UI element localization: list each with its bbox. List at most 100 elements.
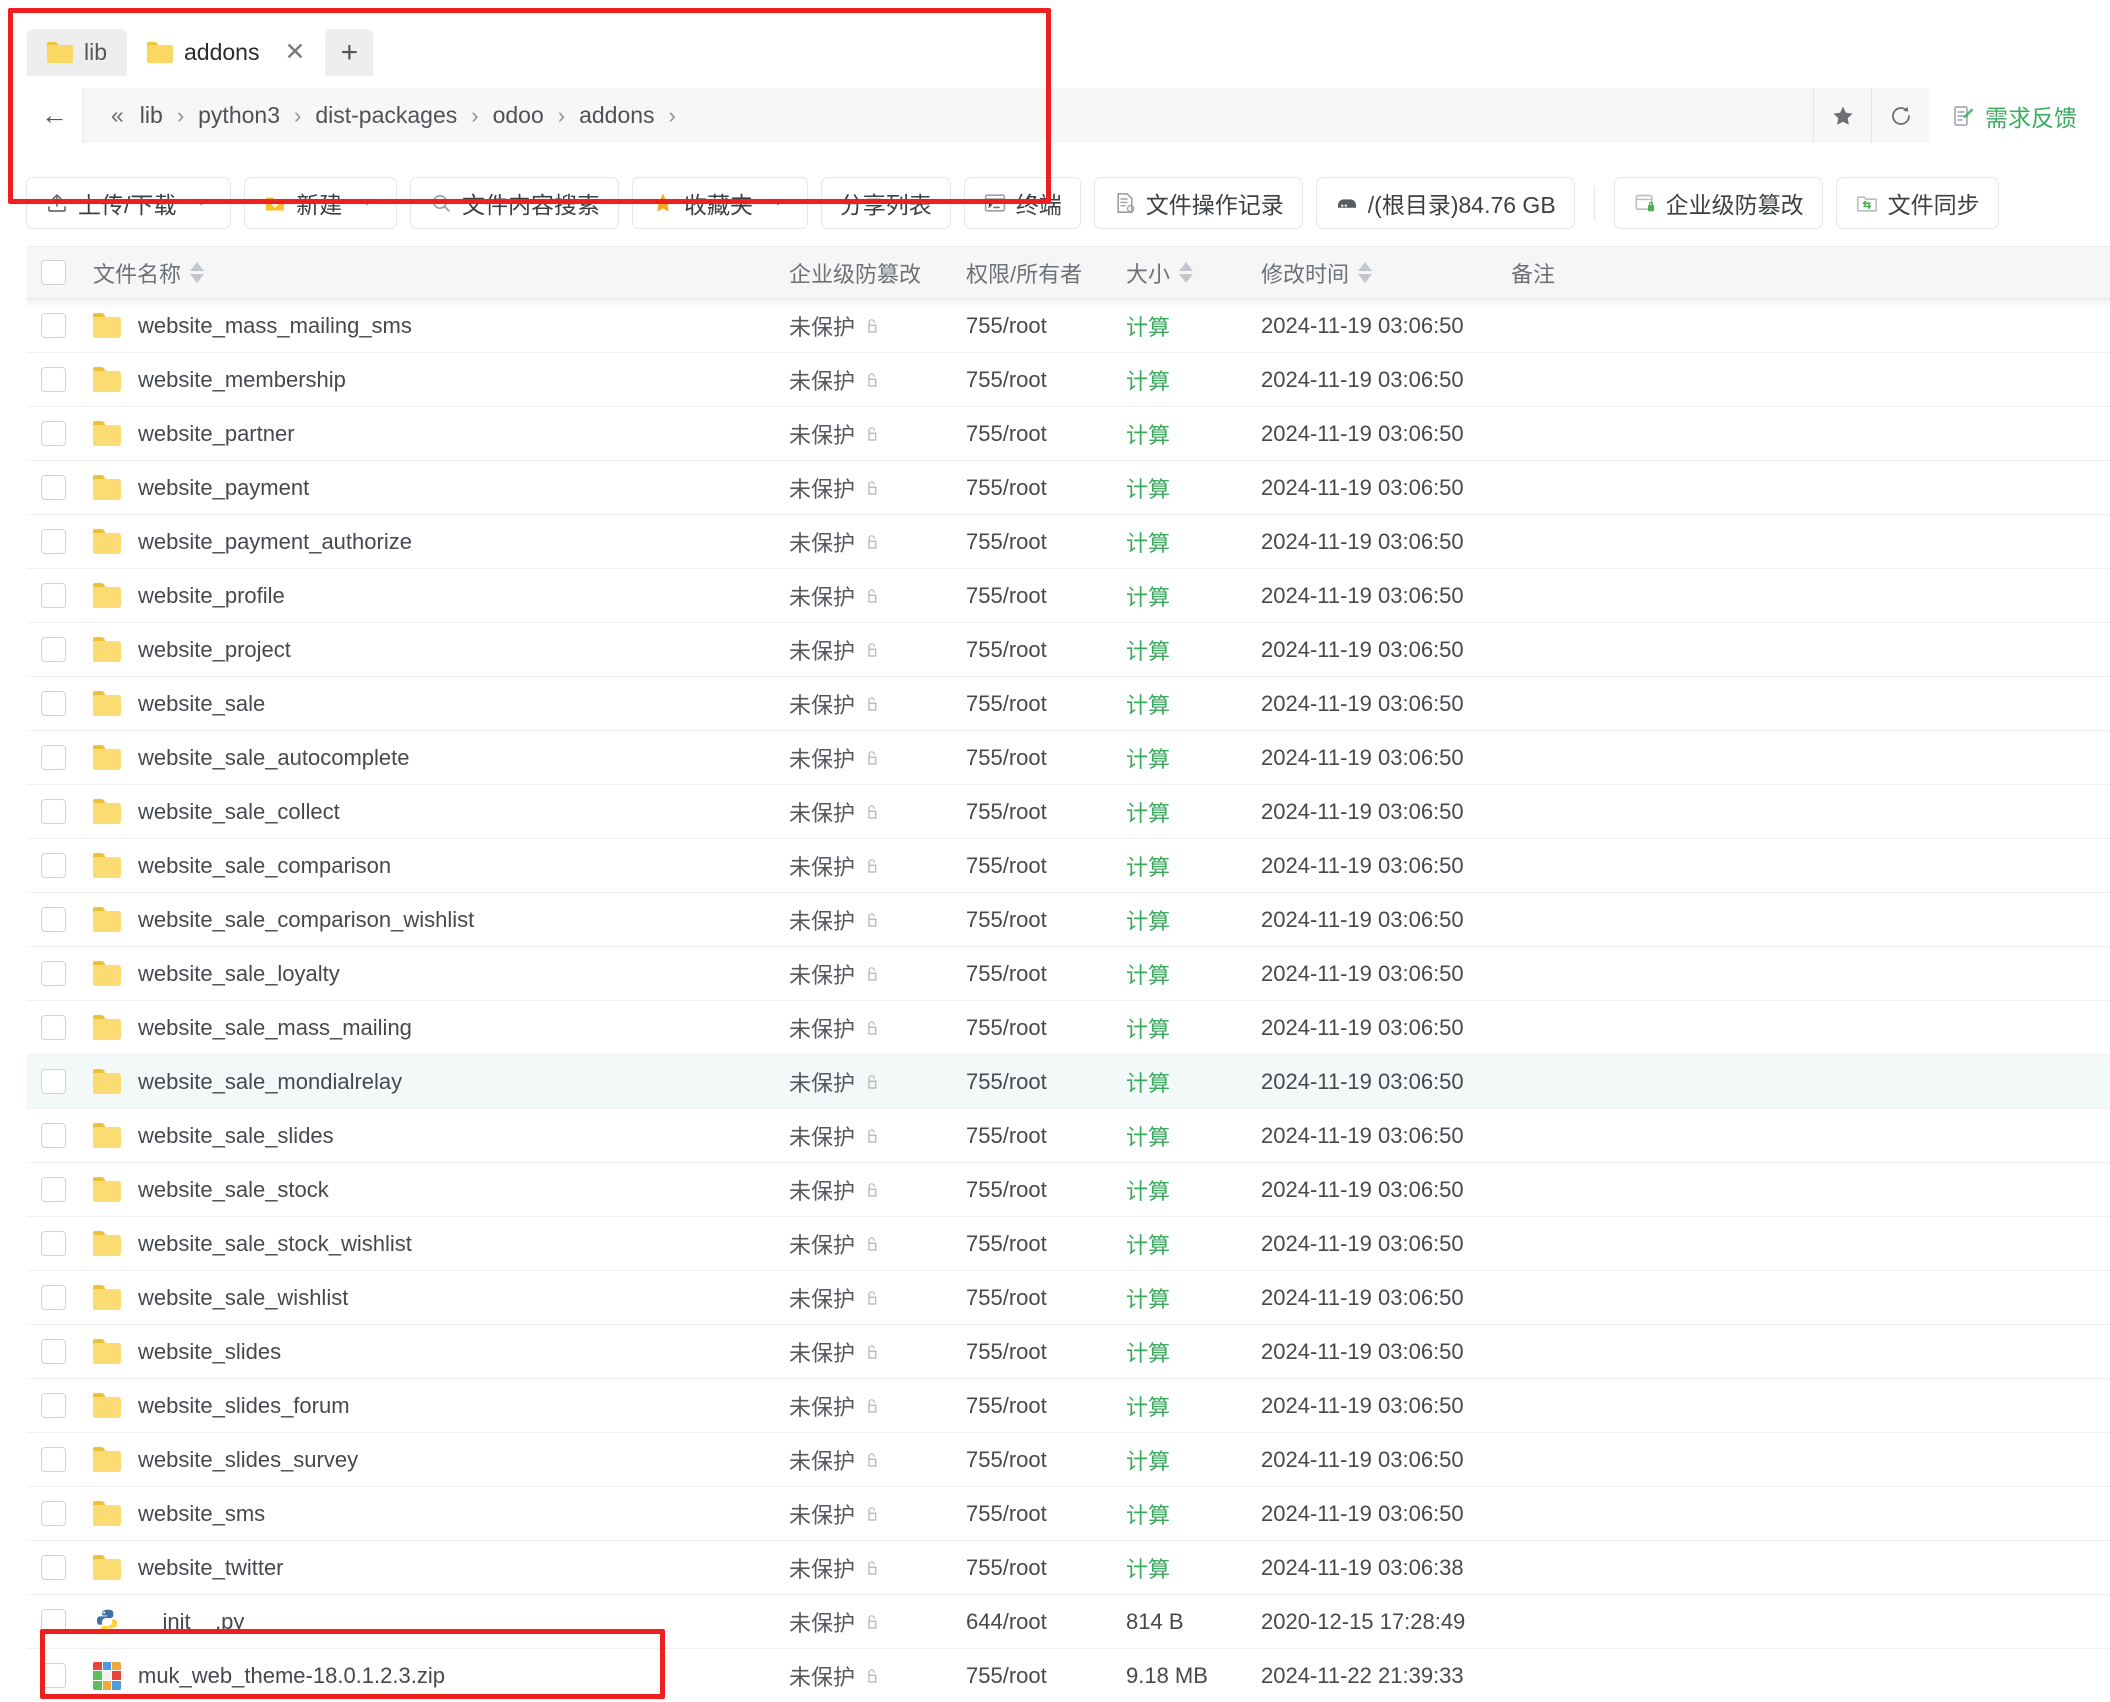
row-name-cell[interactable]: website_sale_mondialrelay — [79, 1069, 789, 1095]
toolbar-button-new-folder[interactable]: 新建 ⌄ — [244, 177, 397, 229]
row-name-cell[interactable]: website_sale_loyalty — [79, 961, 789, 987]
row-checkbox[interactable] — [40, 691, 66, 716]
table-row[interactable]: website_payment_authorize 未保护 755/root 计算 20… — [27, 515, 2110, 569]
toolbar-button-sync-folder[interactable]: 文件同步 — [1835, 177, 1999, 229]
table-row[interactable]: website_slides_forum 未保护 755/root 计算 2024-11… — [27, 1379, 2110, 1433]
file-list[interactable]: website_mass_mailing_sms 未保护 755/root 计算 202… — [27, 299, 2110, 1702]
row-name-cell[interactable]: __init__.py — [79, 1608, 789, 1636]
table-row[interactable]: __init__.py 未保护 644/root 814 B 2020-12-15 17… — [27, 1595, 2110, 1649]
row-name-cell[interactable]: website_payment — [79, 475, 789, 501]
calculate-size-link[interactable]: 计算 — [1126, 1341, 1170, 1366]
header-size-sortable[interactable]: 大小 — [1126, 257, 1194, 289]
row-name-cell[interactable]: website_project — [79, 637, 789, 663]
calculate-size-link[interactable]: 计算 — [1126, 855, 1170, 880]
table-row[interactable]: website_partner 未保护 755/root 计算 2024-11-19 0… — [27, 407, 2110, 461]
row-name-cell[interactable]: website_membership — [79, 367, 789, 393]
row-name-cell[interactable]: website_sale_stock_wishlist — [79, 1231, 789, 1257]
breadcrumb-item-dist-packages[interactable]: dist-packages — [303, 102, 469, 129]
row-checkbox[interactable] — [40, 1555, 66, 1580]
row-checkbox[interactable] — [40, 1609, 66, 1634]
calculate-size-link[interactable]: 计算 — [1126, 1071, 1170, 1096]
breadcrumb-item-odoo[interactable]: odoo — [481, 102, 556, 129]
favorite-button[interactable] — [1813, 88, 1871, 143]
row-checkbox[interactable] — [40, 475, 66, 500]
row-checkbox[interactable] — [40, 367, 66, 392]
calculate-size-link[interactable]: 计算 — [1126, 909, 1170, 934]
row-checkbox[interactable] — [40, 1339, 66, 1364]
row-checkbox[interactable] — [40, 853, 66, 878]
row-name-cell[interactable]: muk_web_theme-18.0.1.2.3.zip — [79, 1661, 789, 1690]
table-row[interactable]: website_sale_comparison 未保护 755/root 计算 2024… — [27, 839, 2110, 893]
calculate-size-link[interactable]: 计算 — [1126, 963, 1170, 988]
calculate-size-link[interactable]: 计算 — [1126, 747, 1170, 772]
row-checkbox[interactable] — [40, 1447, 66, 1472]
back-button[interactable]: ← — [27, 88, 83, 143]
header-name[interactable]: 文件名称 — [79, 257, 789, 289]
row-name-cell[interactable]: website_partner — [79, 421, 789, 447]
row-checkbox[interactable] — [40, 799, 66, 824]
table-row[interactable]: website_sale_comparison_wishlist 未保护 755/r… — [27, 893, 2110, 947]
calculate-size-link[interactable]: 计算 — [1126, 1557, 1170, 1582]
table-row[interactable]: website_slides_survey 未保护 755/root 计算 2024-1… — [27, 1433, 2110, 1487]
calculate-size-link[interactable]: 计算 — [1126, 1125, 1170, 1150]
toolbar-button-log[interactable]: 文件操作记录 — [1093, 177, 1303, 229]
row-name-cell[interactable]: website_sms — [79, 1501, 789, 1527]
header-name-sortable[interactable]: 文件名称 — [93, 257, 205, 289]
table-row[interactable]: website_slides 未保护 755/root 计算 2024-11-19 03… — [27, 1325, 2110, 1379]
calculate-size-link[interactable]: 计算 — [1126, 1287, 1170, 1312]
select-all-checkbox[interactable] — [40, 260, 66, 285]
table-row[interactable]: website_sale_collect 未保护 755/root 计算 2024-11… — [27, 785, 2110, 839]
calculate-size-link[interactable]: 计算 — [1126, 1395, 1170, 1420]
row-checkbox[interactable] — [40, 637, 66, 662]
row-checkbox[interactable] — [40, 1177, 66, 1202]
table-row[interactable]: website_sale_autocomplete 未保护 755/root 计算 20… — [27, 731, 2110, 785]
calculate-size-link[interactable]: 计算 — [1126, 1017, 1170, 1042]
calculate-size-link[interactable]: 计算 — [1126, 1233, 1170, 1258]
calculate-size-link[interactable]: 计算 — [1126, 693, 1170, 718]
breadcrumb-item-lib[interactable]: lib — [128, 102, 175, 129]
toolbar-button-star[interactable]: 收藏夹 ⌄ — [631, 177, 808, 229]
toolbar-button-terminal[interactable]: 终端 — [963, 177, 1081, 229]
row-checkbox[interactable] — [40, 1285, 66, 1310]
header-size[interactable]: 大小 — [1126, 257, 1261, 289]
tab-addons[interactable]: addons ✕ — [127, 29, 326, 76]
toolbar-button-search[interactable]: 文件内容搜索 — [409, 177, 619, 229]
row-checkbox[interactable] — [40, 1015, 66, 1040]
table-row[interactable]: website_sale_stock_wishlist 未保护 755/root 计算… — [27, 1217, 2110, 1271]
feedback-link[interactable]: 需求反馈 — [1951, 99, 2077, 133]
row-name-cell[interactable]: website_profile — [79, 583, 789, 609]
table-row[interactable]: website_sale 未保护 755/root 计算 2024-11-19 03:0… — [27, 677, 2110, 731]
row-checkbox[interactable] — [40, 961, 66, 986]
row-name-cell[interactable]: website_sale_autocomplete — [79, 745, 789, 771]
row-name-cell[interactable]: website_sale — [79, 691, 789, 717]
row-checkbox[interactable] — [40, 907, 66, 932]
row-checkbox[interactable] — [40, 529, 66, 554]
calculate-size-link[interactable]: 计算 — [1126, 585, 1170, 610]
header-modified-sortable[interactable]: 修改时间 — [1261, 257, 1373, 289]
row-name-cell[interactable]: website_twitter — [79, 1555, 789, 1581]
calculate-size-link[interactable]: 计算 — [1126, 369, 1170, 394]
row-name-cell[interactable]: website_slides — [79, 1339, 789, 1365]
row-name-cell[interactable]: website_sale_mass_mailing — [79, 1015, 789, 1041]
calculate-size-link[interactable]: 计算 — [1126, 1503, 1170, 1528]
refresh-button[interactable] — [1871, 88, 1929, 143]
toolbar-button-disk[interactable]: /(根目录)84.76 GB — [1315, 177, 1575, 229]
table-row[interactable]: website_sale_loyalty 未保护 755/root 计算 2024-11… — [27, 947, 2110, 1001]
breadcrumb-overflow-icon[interactable]: « — [99, 102, 128, 129]
row-checkbox[interactable] — [40, 1123, 66, 1148]
row-name-cell[interactable]: website_sale_slides — [79, 1123, 789, 1149]
calculate-size-link[interactable]: 计算 — [1126, 639, 1170, 664]
table-row[interactable]: website_sale_wishlist 未保护 755/root 计算 2024-1… — [27, 1271, 2110, 1325]
tab-lib[interactable]: lib — [27, 29, 128, 76]
table-row[interactable]: website_sale_mass_mailing 未保护 755/root 计算 20… — [27, 1001, 2110, 1055]
row-name-cell[interactable]: website_sale_comparison_wishlist — [79, 907, 789, 933]
toolbar-button-upload[interactable]: 上传/下载 ⌄ — [26, 177, 232, 229]
table-row[interactable]: website_membership 未保护 755/root 计算 2024-11-1… — [27, 353, 2110, 407]
row-checkbox[interactable] — [40, 1663, 66, 1688]
close-icon[interactable]: ✕ — [284, 40, 305, 65]
calculate-size-link[interactable]: 计算 — [1126, 315, 1170, 340]
row-name-cell[interactable]: website_sale_wishlist — [79, 1285, 789, 1311]
table-row[interactable]: website_project 未保护 755/root 计算 2024-11-19 0… — [27, 623, 2110, 677]
row-checkbox[interactable] — [40, 421, 66, 446]
row-name-cell[interactable]: website_slides_survey — [79, 1447, 789, 1473]
